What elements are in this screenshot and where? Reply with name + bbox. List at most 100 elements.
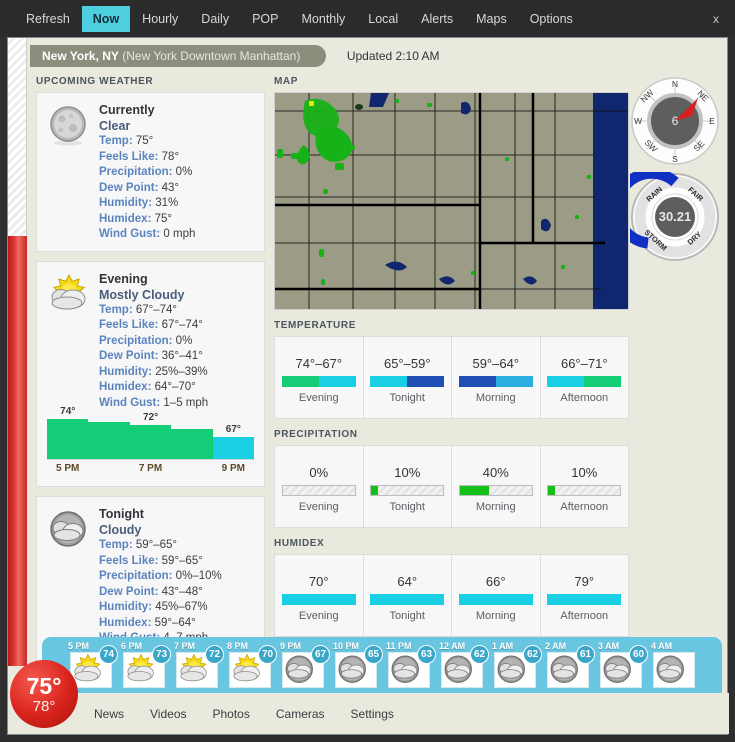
- temperature-cell: 59°–64° Morning: [452, 337, 541, 418]
- humidex-period: Morning: [475, 609, 516, 622]
- hourly-item[interactable]: 3 AM 60: [598, 641, 648, 688]
- stat-row: Humidex: 75°: [99, 212, 172, 225]
- bottom-nav-cameras[interactable]: Cameras: [276, 707, 325, 721]
- precipitation-section: PRECIPITATION 0% Evening 10% Tonight 40%…: [274, 429, 632, 528]
- barometer-gauge[interactable]: RAIN FAIR STORM DRY 30.21: [611, 167, 720, 262]
- bottom-nav-videos[interactable]: Videos: [150, 707, 186, 721]
- stat-row: Dew Point: 43°: [99, 181, 180, 194]
- hourly-icon-tile: [653, 652, 695, 688]
- menu-item-daily[interactable]: Daily: [190, 6, 240, 32]
- precipitation-cell: 40% Morning: [452, 446, 541, 527]
- hourly-item[interactable]: 1 AM 62: [492, 641, 542, 688]
- hourly-item[interactable]: 10 PM 65: [333, 641, 383, 688]
- thermometer-rail-top: [8, 38, 27, 236]
- hourly-time: 4 AM: [651, 641, 673, 651]
- humidex-period: Tonight: [389, 609, 425, 622]
- chart-bar: [171, 429, 213, 459]
- hourly-item[interactable]: 12 AM 62: [439, 641, 489, 688]
- hourly-item[interactable]: 8 PM 70: [227, 641, 277, 688]
- humidex-meter: [547, 593, 622, 605]
- radar-map[interactable]: [274, 92, 629, 310]
- stat-row: Humidex: 64°–70°: [99, 381, 196, 393]
- hourly-item[interactable]: 4 AM: [651, 641, 700, 688]
- current-temp-badge: 75° 78°: [10, 660, 78, 728]
- chart-bar: 72°: [129, 412, 172, 459]
- precipitation-bar: [547, 484, 622, 496]
- precipitation-cell: 10% Afternoon: [541, 446, 629, 527]
- temperature-meter: [458, 375, 533, 387]
- stat-row: Feels Like: 67°–74°: [99, 319, 203, 331]
- temperature-meter: [281, 375, 356, 387]
- bottom-nav-photos[interactable]: Photos: [213, 707, 250, 721]
- menu-item-now[interactable]: Now: [81, 5, 131, 32]
- stat-row: Temp: 67°–74°: [99, 303, 178, 316]
- hourly-item[interactable]: 2 AM 61: [545, 641, 595, 688]
- hourly-time: 1 AM: [492, 641, 514, 651]
- stat-row: Precipitation: 0%–10%: [99, 570, 222, 582]
- hourly-time: 10 PM: [333, 641, 360, 651]
- menu-item-local[interactable]: Local: [357, 6, 409, 32]
- moon-icon: [50, 106, 86, 146]
- humidex-panel: 70° Evening 64° Tonight 66° Morning 79° …: [274, 554, 629, 637]
- precipitation-period: Tonight: [389, 500, 425, 513]
- hourly-item[interactable]: 9 PM 67: [280, 641, 330, 688]
- humidex-value: 79°: [574, 573, 595, 589]
- stat-row: Dew Point: 36°–41°: [99, 350, 203, 362]
- forecast-card-evening[interactable]: Evening Mostly Cloudy Temp: 67°–74° Feels…: [36, 260, 265, 487]
- menu-item-maps[interactable]: Maps: [465, 6, 518, 32]
- sun-behind-cloud-icon: [51, 273, 86, 310]
- hourly-time: 2 AM: [545, 641, 567, 651]
- humidex-cell: 66° Morning: [452, 555, 541, 636]
- precipitation-period: Afternoon: [560, 500, 609, 513]
- bottom-nav-news[interactable]: News: [94, 707, 124, 721]
- menu-item-monthly[interactable]: Monthly: [291, 6, 357, 32]
- details-column: MAP TEMPERATURE 74°–67° Evening 65°–59° …: [274, 76, 632, 637]
- evening-chart: 74° 72° 67° 5 PM 7 PM 9 PM: [47, 406, 255, 478]
- humidex-period: Afternoon: [560, 609, 609, 622]
- menu-item-pop[interactable]: POP: [241, 6, 289, 32]
- stat-row: Wind Gust: 0 mph: [99, 228, 196, 240]
- humidex-cell: 64° Tonight: [364, 555, 452, 636]
- temperature-period: Evening: [298, 391, 339, 404]
- card-title: Tonight: [99, 507, 144, 521]
- map-label: MAP: [274, 76, 299, 87]
- bottom-nav-settings[interactable]: Settings: [351, 707, 394, 721]
- temperature-period: Morning: [475, 391, 516, 404]
- menu-item-refresh[interactable]: Refresh: [15, 6, 81, 32]
- hourly-temp: 62: [523, 645, 542, 664]
- menu-item-alerts[interactable]: Alerts: [410, 6, 464, 32]
- hourly-time: 5 PM: [68, 641, 90, 651]
- card-title: Currently: [99, 103, 155, 117]
- precipitation-period: Morning: [475, 500, 516, 513]
- hourly-time: 9 PM: [280, 641, 302, 651]
- close-icon[interactable]: x: [707, 10, 725, 28]
- menu-item-hourly[interactable]: Hourly: [131, 6, 189, 32]
- hourly-time: 7 PM: [174, 641, 196, 651]
- precipitation-label: PRECIPITATION: [274, 429, 358, 440]
- forecast-card-currently[interactable]: Currently Clear Temp: 75° Feels Like: 78°…: [36, 92, 265, 252]
- card-weather-icon: [47, 104, 91, 148]
- chart-bar-label: 72°: [142, 412, 159, 423]
- humidex-cell: 79° Afternoon: [541, 555, 629, 636]
- wind-compass-gauge[interactable]: N S W E NW NE SW SE 6: [630, 76, 720, 166]
- temperature-meter: [547, 375, 622, 387]
- hourly-item[interactable]: 11 PM 63: [386, 641, 436, 688]
- compass-w: W: [634, 116, 642, 126]
- compass-value: 6: [672, 114, 679, 128]
- precipitation-bar: [458, 484, 533, 496]
- hourly-item[interactable]: 6 PM 73: [121, 641, 171, 688]
- temperature-cell: 66°–71° Afternoon: [541, 337, 629, 418]
- menu-item-options[interactable]: Options: [519, 6, 584, 32]
- precipitation-bar: [370, 484, 445, 496]
- hourly-item[interactable]: 7 PM 72: [174, 641, 224, 688]
- temperature-range: 66°–71°: [560, 355, 608, 371]
- hourly-time: 6 PM: [121, 641, 143, 651]
- precipitation-bar: [281, 484, 356, 496]
- stat-row: Humidity: 25%–39%: [99, 365, 208, 378]
- location-pill[interactable]: New York, NY (New York Downtown Manhatta…: [30, 45, 327, 67]
- stat-row: Dew Point: 43°–48°: [99, 585, 203, 598]
- hourly-forecast-strip[interactable]: 5 PM 74 6 PM 73 7 PM 72 8 PM 70 9 PM 67 …: [42, 637, 722, 693]
- chart-bar: 74°: [47, 406, 89, 459]
- main-menu-bar: Refresh Now Hourly Daily POP Monthly Local Aler…: [0, 0, 735, 37]
- stat-row: Precipitation: 0%: [99, 166, 193, 178]
